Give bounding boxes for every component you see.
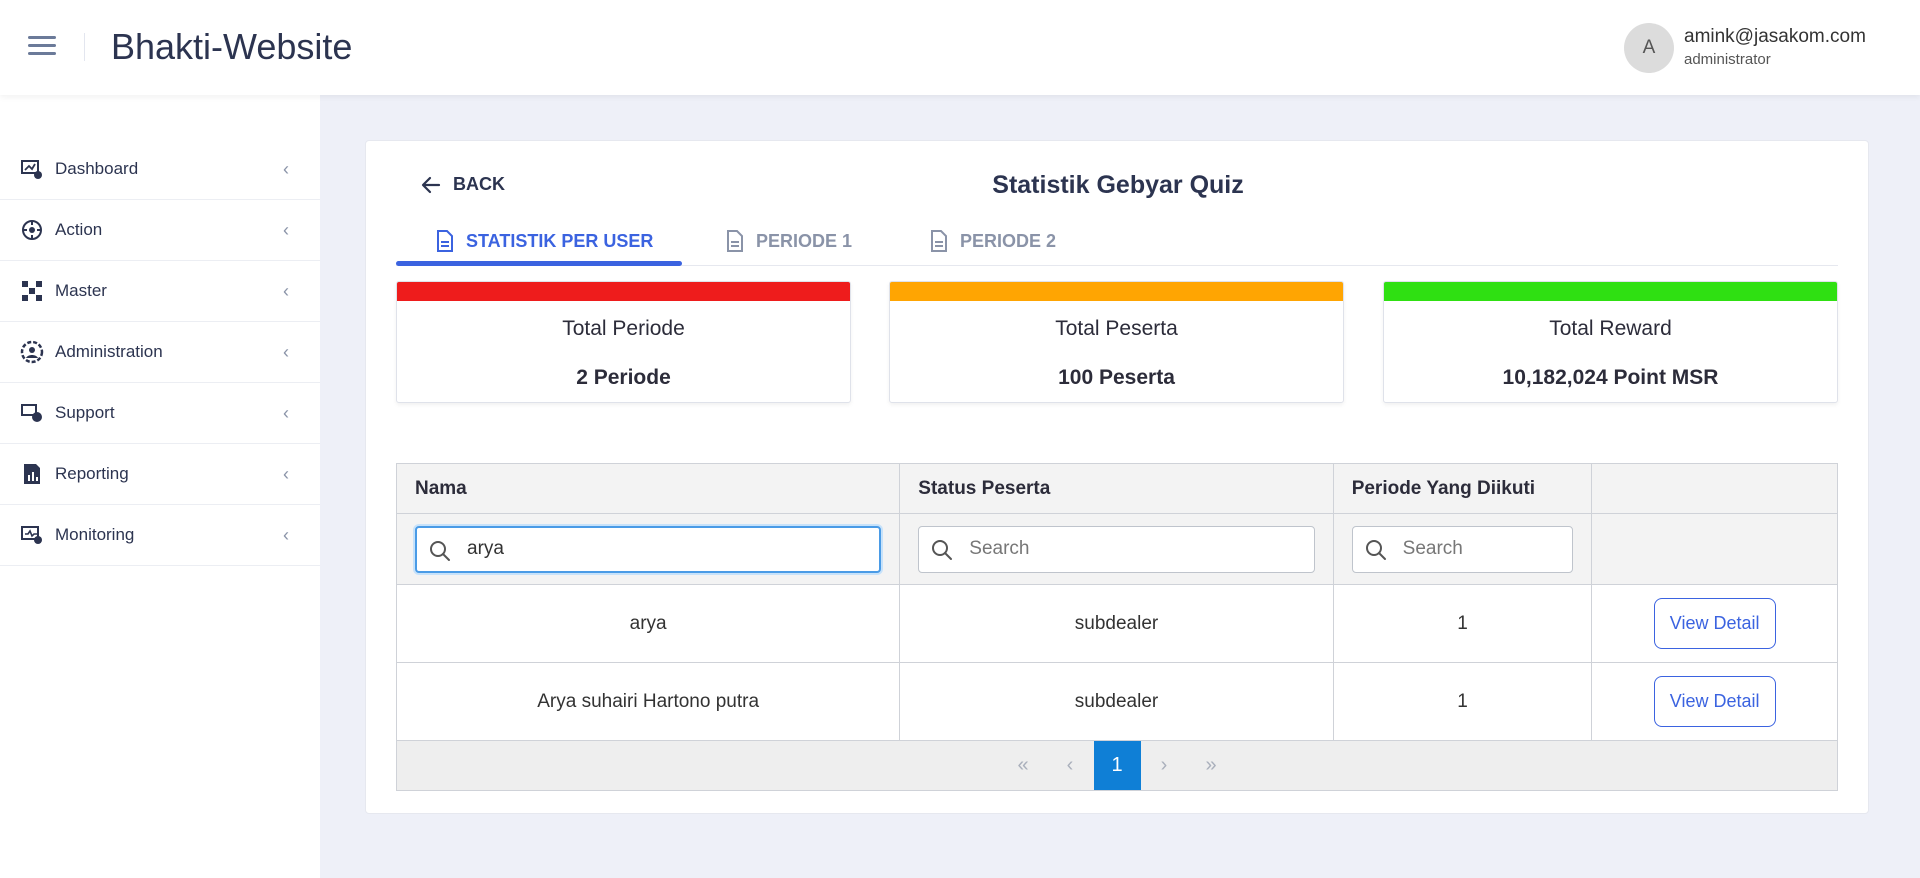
- cell-periode: 1: [1334, 663, 1593, 740]
- stat-color-bar: [397, 282, 850, 301]
- chevron-left-icon: ‹: [283, 463, 289, 484]
- page-title: Statistik Gebyar Quiz: [992, 171, 1244, 199]
- sidebar-item-master[interactable]: Master ‹: [0, 261, 320, 322]
- stat-value: 10,182,024 Point MSR: [1502, 366, 1719, 389]
- cell-action: View Detail: [1592, 585, 1837, 662]
- sidebar-item-label: Monitoring: [55, 525, 135, 544]
- sidebar-item-monitoring[interactable]: Monitoring ‹: [0, 505, 320, 566]
- chevron-left-icon: ‹: [283, 219, 289, 240]
- periode-search-field[interactable]: [1351, 525, 1574, 573]
- sidebar-item-support[interactable]: Support ‹: [0, 383, 320, 444]
- tab-statistik-per-user[interactable]: STATISTIK PER USER: [436, 216, 653, 266]
- table-row: Arya suhairi Hartono putra subdealer 1 V…: [397, 663, 1837, 741]
- stat-value: 100 Peserta: [1058, 366, 1175, 389]
- sidebar-item-administration[interactable]: Administration ‹: [0, 322, 320, 383]
- action-icon: [22, 220, 42, 240]
- avatar[interactable]: A: [1624, 23, 1674, 73]
- table-filter-row: [397, 514, 1837, 585]
- main-card: BACK Statistik Gebyar Quiz STATISTIK PER…: [365, 140, 1869, 814]
- hamburger-menu-icon[interactable]: [28, 36, 56, 58]
- user-role: administrator: [1684, 51, 1771, 68]
- cell-action: View Detail: [1592, 663, 1837, 740]
- column-header-periode[interactable]: Periode Yang Diikuti: [1334, 464, 1593, 513]
- document-icon: [931, 230, 947, 252]
- search-icon: [932, 539, 953, 560]
- sidebar-item-reporting[interactable]: Reporting ‹: [0, 444, 320, 505]
- prev-page-button[interactable]: ‹: [1047, 741, 1094, 790]
- monitoring-icon: [21, 526, 42, 544]
- chevron-left-icon: ‹: [283, 402, 289, 423]
- header-divider: [84, 33, 85, 61]
- sidebar-item-label: Reporting: [55, 464, 129, 483]
- sidebar-item-label: Dashboard: [55, 159, 139, 178]
- page-button-current[interactable]: 1: [1093, 741, 1141, 790]
- view-detail-button[interactable]: View Detail: [1653, 676, 1776, 727]
- sidebar-item-label: Master: [55, 281, 107, 300]
- chevron-left-icon: ‹: [283, 158, 289, 179]
- stat-value: 2 Periode: [576, 366, 671, 389]
- sidebar-item-label: Support: [55, 403, 115, 422]
- stat-card-total-periode: Total Periode 2 Periode: [396, 281, 851, 403]
- filter-cell-empty: [1592, 514, 1837, 584]
- column-header-action: [1592, 464, 1837, 513]
- app-title: Bhakti-Website: [111, 26, 353, 67]
- column-header-status[interactable]: Status Peserta: [900, 464, 1334, 513]
- stat-color-bar: [890, 282, 1343, 301]
- tab-label: STATISTIK PER USER: [466, 230, 654, 251]
- search-icon: [430, 540, 450, 561]
- status-search-field[interactable]: [918, 525, 1315, 573]
- chevron-left-icon: ‹: [283, 341, 289, 362]
- nama-search-input[interactable]: [467, 538, 837, 560]
- nama-search-field[interactable]: [415, 525, 882, 573]
- dashboard-icon: [21, 160, 42, 179]
- stat-title: Total Peserta: [1055, 317, 1178, 340]
- reporting-icon: [24, 464, 40, 484]
- top-header: Bhakti-Website A amink@jasakom.com admin…: [0, 0, 1920, 95]
- active-tab-indicator: [396, 261, 682, 266]
- support-icon: [21, 404, 42, 422]
- chevron-left-icon: ‹: [283, 280, 289, 301]
- search-icon: [1365, 539, 1386, 560]
- stat-card-total-peserta: Total Peserta 100 Peserta: [889, 281, 1344, 403]
- tab-label: PERIODE 1: [756, 230, 853, 251]
- table-header-row: Nama Status Peserta Periode Yang Diikuti: [397, 464, 1837, 514]
- document-icon: [437, 230, 453, 252]
- tab-label: PERIODE 2: [960, 230, 1057, 251]
- last-page-button[interactable]: »: [1188, 741, 1235, 790]
- status-search-input[interactable]: [969, 538, 1285, 560]
- cell-periode: 1: [1334, 585, 1593, 662]
- cell-status: subdealer: [900, 663, 1334, 740]
- administration-icon: [20, 340, 44, 364]
- stat-title: Total Periode: [562, 317, 685, 340]
- tab-bar: STATISTIK PER USER PERIODE 1 PERIODE 2: [396, 216, 1838, 266]
- tab-periode-1[interactable]: PERIODE 1: [726, 216, 852, 266]
- sidebar-item-label: Action: [55, 220, 103, 239]
- sidebar-item-dashboard[interactable]: Dashboard ‹: [0, 139, 320, 200]
- stat-title: Total Reward: [1549, 317, 1672, 340]
- master-icon: [22, 281, 42, 301]
- cell-nama: Arya suhairi Hartono putra: [397, 663, 901, 740]
- filter-cell-nama: [397, 514, 901, 584]
- stat-color-bar: [1384, 282, 1837, 301]
- pagination: « ‹ 1 › »: [397, 741, 1837, 790]
- sidebar: Dashboard ‹ Action ‹ Master ‹ Administra…: [0, 95, 320, 878]
- periode-search-input[interactable]: [1402, 538, 1573, 560]
- stat-card-total-reward: Total Reward 10,182,024 Point MSR: [1383, 281, 1838, 403]
- filter-cell-periode: [1334, 514, 1593, 584]
- sidebar-item-label: Administration: [55, 342, 163, 361]
- cell-status: subdealer: [900, 585, 1334, 662]
- table-row: arya subdealer 1 View Detail: [397, 585, 1837, 663]
- chevron-left-icon: ‹: [283, 524, 289, 545]
- cell-nama: arya: [397, 585, 901, 662]
- column-header-nama[interactable]: Nama: [397, 464, 901, 513]
- document-icon: [727, 230, 743, 252]
- peserta-table: Nama Status Peserta Periode Yang Diikuti: [396, 463, 1838, 791]
- tab-periode-2[interactable]: PERIODE 2: [930, 216, 1056, 266]
- view-detail-button[interactable]: View Detail: [1653, 598, 1776, 649]
- next-page-button[interactable]: ›: [1141, 741, 1188, 790]
- sidebar-item-action[interactable]: Action ‹: [0, 200, 320, 261]
- user-email: amink@jasakom.com: [1684, 26, 1866, 47]
- first-page-button[interactable]: «: [1000, 741, 1047, 790]
- filter-cell-status: [900, 514, 1334, 584]
